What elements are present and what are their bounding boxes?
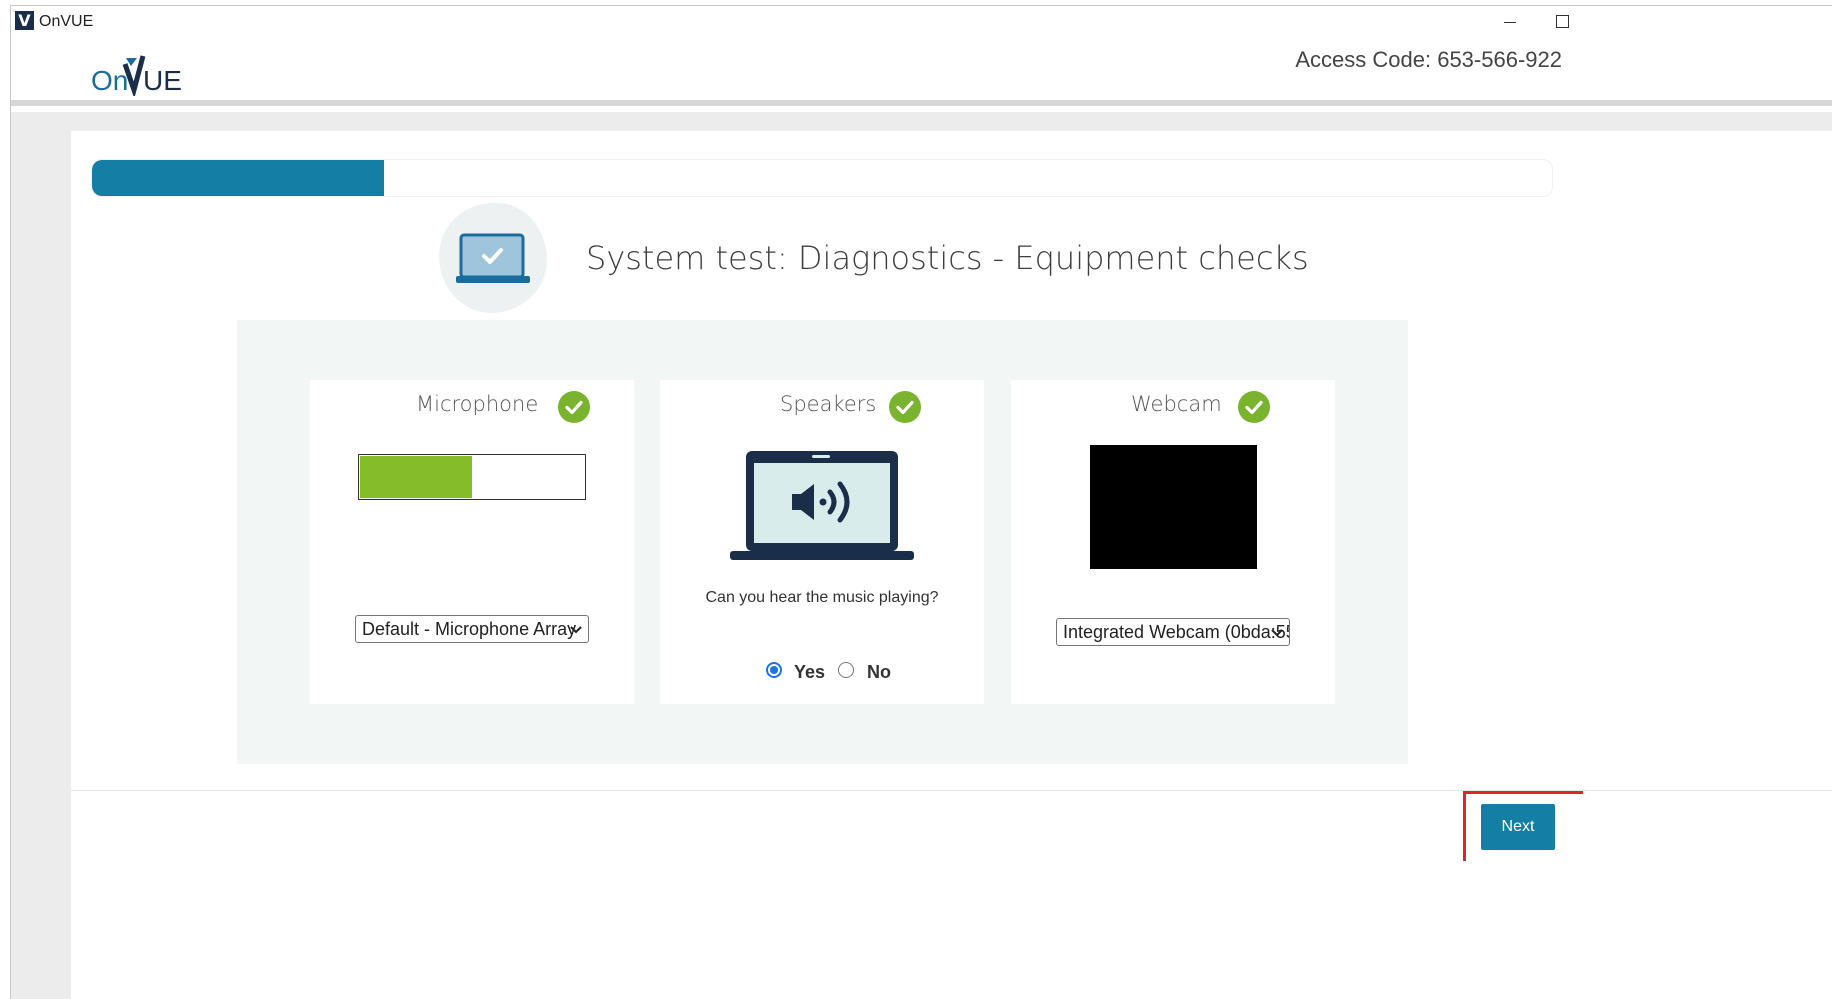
radio-no-label[interactable]: No: [867, 662, 891, 683]
speakers-title: Speakers: [780, 392, 877, 416]
logo-text-left: On: [91, 65, 128, 96]
access-code: Access Code: 653-566-922: [1295, 47, 1562, 72]
chevron-down-icon: [570, 626, 582, 634]
check-icon: [889, 391, 921, 423]
content-background: System test: Diagnostics - Equipment che…: [11, 112, 1832, 999]
page-title: System test: Diagnostics - Equipment che…: [586, 239, 1309, 277]
microphone-select[interactable]: Default - Microphone Array: [355, 615, 589, 643]
radio-yes[interactable]: [766, 662, 782, 678]
webcam-select[interactable]: Integrated Webcam (0bda:5532): [1056, 618, 1290, 646]
main-panel: System test: Diagnostics - Equipment che…: [71, 131, 1832, 999]
webcam-title: Webcam: [1131, 392, 1222, 416]
footer-divider: [71, 790, 1832, 791]
maximize-icon[interactable]: [1556, 15, 1569, 28]
progress-fill: [92, 160, 384, 196]
equipment-checks: Microphone Default - Microphone Array Sp…: [237, 320, 1408, 764]
next-button[interactable]: Next: [1481, 804, 1555, 850]
radio-yes-label[interactable]: Yes: [794, 662, 825, 683]
webcam-card: Webcam Integrated Webcam (0bda:5532): [1011, 380, 1335, 704]
microphone-level-fill: [360, 456, 472, 498]
speakers-card: Speakers Can you hear the music playing?…: [660, 380, 984, 704]
speakers-question: Can you hear the music playing?: [705, 589, 939, 606]
check-icon: [558, 391, 590, 423]
logo-text-right: UE: [143, 65, 182, 96]
laptop-speaker-icon: [730, 451, 914, 560]
app-window: V OnVUE On UE Access Code: 653-566-922 S…: [10, 5, 1832, 999]
laptop-check-icon: [439, 203, 547, 313]
microphone-card: Microphone Default - Microphone Array: [310, 380, 634, 704]
minimize-icon[interactable]: [1498, 8, 1522, 34]
app-header: On UE Access Code: 653-566-922: [11, 36, 1832, 106]
progress-bar: [91, 159, 1553, 197]
laptop-check-glyph: [456, 233, 530, 283]
onvue-logo: On UE: [91, 55, 182, 96]
microphone-title: Microphone: [416, 392, 539, 416]
microphone-level-meter: [358, 454, 586, 500]
check-icon: [1238, 391, 1270, 423]
window-title: OnVUE: [39, 13, 94, 30]
speakers-radio-group: Yes No: [660, 659, 984, 685]
webcam-select-value: Integrated Webcam (0bda:5532): [1063, 622, 1289, 642]
app-icon: V: [15, 11, 34, 30]
webcam-preview: [1090, 445, 1257, 569]
microphone-select-value: Default - Microphone Array: [362, 619, 577, 639]
radio-no[interactable]: [838, 662, 854, 678]
chevron-down-icon: [1271, 629, 1283, 637]
title-bar: V OnVUE: [11, 6, 1832, 36]
